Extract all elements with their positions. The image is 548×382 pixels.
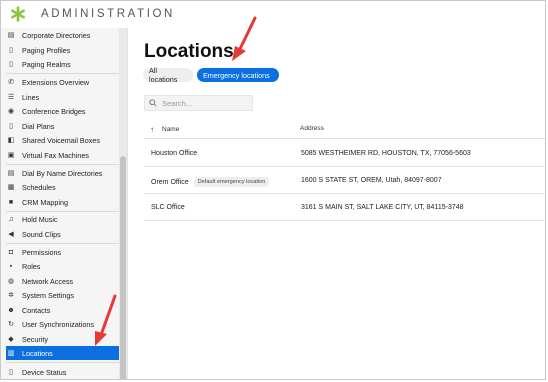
sidebar-divider [6, 164, 119, 165]
address-book-icon: ▤ [7, 32, 15, 39]
sidebar-item-label: Hold Music [22, 214, 58, 224]
sidebar-item-paging-profiles[interactable]: ▯ Paging Profiles [6, 43, 119, 57]
lock-icon: ◘ [8, 248, 14, 256]
column-header-address[interactable]: Address [300, 125, 324, 132]
sidebar-item-label: Roles [22, 261, 41, 271]
location-name: Houston Office [151, 150, 198, 157]
document-icon: ▯ [9, 61, 13, 68]
shield-icon: ◆ [8, 336, 14, 343]
sidebar-item-corporate-directories[interactable]: ▤ Corporate Directories [6, 28, 119, 42]
sidebar-item-virtual-fax-machines[interactable]: ▣ Virtual Fax Machines [6, 148, 119, 162]
sort-ascending-icon: ↑ [150, 125, 154, 134]
sidebar-item-label: Locations [22, 348, 53, 358]
sidebar-item-label: CRM Mapping [22, 197, 68, 207]
sidebar-item-schedules[interactable]: ▦ Schedules [6, 180, 119, 194]
voicemail-icon: ◧ [7, 137, 15, 144]
people-icon: ◉ [7, 108, 15, 115]
sidebar-item-label: Lines [22, 92, 40, 102]
sidebar-item-label: Shared Voicemail Boxes [22, 135, 100, 145]
phone-icon: ✆ [8, 79, 14, 86]
default-emergency-badge: Default emergency location [193, 177, 270, 187]
location-address: 3161 S MAIN ST, SALT LAKE CITY, UT, 8411… [301, 204, 464, 211]
sidebar-item-label: Extensions Overview [22, 77, 90, 87]
lines-icon: ☰ [7, 94, 15, 101]
device-icon: ▯ [9, 369, 13, 376]
sidebar-item-label: Dial Plans [22, 121, 55, 131]
tab-all-locations[interactable]: All locations [143, 66, 193, 84]
document-icon: ▯ [9, 123, 13, 130]
sidebar-item-permissions[interactable]: ◘ Permissions [6, 245, 119, 259]
sidebar-item-label: Paging Realms [22, 59, 71, 69]
top-bar: ADMINISTRATION [1, 1, 545, 29]
sidebar-item-paging-realms[interactable]: ▯ Paging Realms [6, 57, 119, 71]
sidebar-item-label: Conference Bridges [22, 106, 86, 116]
sidebar-item-label: System Settings [22, 290, 74, 300]
sidebar-item-conference-bridges[interactable]: ◉ Conference Bridges [6, 104, 119, 118]
sidebar-item-label: User Synchronizations [22, 319, 94, 329]
sidebar-item-label: Sound Clips [22, 229, 61, 239]
callout-arrow-tab [232, 16, 257, 61]
table-row[interactable]: SLC Office 3161 S MAIN ST, SALT LAKE CIT… [144, 195, 545, 221]
column-header-name[interactable]: ↑ Name [150, 125, 179, 134]
sidebar-item-shared-voicemail-boxes[interactable]: ◧ Shared Voicemail Boxes [6, 133, 119, 147]
column-header-label: Name [162, 126, 180, 133]
tab-emergency-locations[interactable]: Emergency locations [197, 68, 279, 82]
id-card-icon: ▪ [9, 262, 13, 270]
speaker-icon: ◀ [8, 231, 14, 238]
sidebar-item-roles[interactable]: ▪ Roles [6, 259, 119, 273]
calendar-icon: ▦ [7, 184, 15, 191]
music-note-icon: ♫ [8, 215, 14, 223]
table-row[interactable]: Houston Office 5085 WESTHEIMER RD, HOUST… [144, 141, 545, 167]
sidebar-divider [6, 73, 119, 74]
location-name: SLC Office [151, 204, 185, 211]
sidebar-item-label: Schedules [22, 182, 56, 192]
app-window: ADMINISTRATION ▤ Corporate Directories ▯ P… [0, 0, 546, 380]
sidebar-item-extensions-overview[interactable]: ✆ Extensions Overview [6, 75, 119, 89]
search-input[interactable] [162, 98, 247, 108]
sidebar-item-label: Corporate Directories [22, 30, 91, 40]
document-icon: ▯ [9, 47, 13, 54]
sync-icon: ↻ [8, 321, 14, 328]
fax-icon: ▣ [7, 152, 15, 159]
sidebar-item-label: Device Status [22, 367, 67, 377]
gear-icon: ✲ [8, 292, 14, 299]
table-row[interactable]: Orem Office Default emergency location 1… [144, 168, 545, 194]
sidebar-item-hold-music[interactable]: ♫ Hold Music [6, 212, 119, 226]
search-box[interactable] [144, 95, 253, 111]
sidebar-divider [6, 362, 119, 363]
search-icon [149, 99, 157, 107]
sidebar-item-label: Paging Profiles [22, 45, 71, 55]
page-title: Locations [144, 41, 234, 62]
sidebar-item-network-access[interactable]: ◍ Network Access [6, 274, 119, 288]
app-title: ADMINISTRATION [41, 8, 175, 20]
address-book-icon: ▤ [7, 170, 15, 177]
main-content: Locations All locations Emergency locati… [128, 28, 545, 379]
sidebar-item-label: Dial By Name Directories [22, 168, 103, 178]
sidebar-item-dial-by-name-directories[interactable]: ▤ Dial By Name Directories [6, 166, 119, 180]
sidebar-item-label: Network Access [22, 276, 74, 286]
sidebar-item-device-status[interactable]: ▯ Device Status [6, 365, 119, 379]
sidebar-item-lines[interactable]: ☰ Lines [6, 90, 119, 104]
location-address: 1600 S STATE ST, OREM, Utah, 84097-8007 [301, 177, 442, 184]
crm-icon: ■ [8, 198, 14, 206]
sidebar-item-sound-clips[interactable]: ◀ Sound Clips [6, 227, 119, 241]
sidebar-item-dial-plans[interactable]: ▯ Dial Plans [6, 119, 119, 133]
callout-arrow-locations [95, 294, 117, 346]
building-icon: ▥ [7, 350, 15, 357]
location-name-cell: Orem Office Default emergency location [151, 177, 270, 187]
sidebar-item-label: Contacts [22, 305, 51, 315]
sidebar-item-label: Permissions [22, 247, 62, 257]
sidebar-item-label: Virtual Fax Machines [22, 150, 89, 160]
sidebar-divider [6, 243, 119, 244]
contact-icon: ☻ [7, 306, 15, 314]
table-header: ↑ Name Address [144, 120, 545, 139]
location-name: Orem Office [151, 178, 189, 186]
sidebar-item-crm-mapping[interactable]: ■ CRM Mapping [6, 195, 119, 209]
globe-icon: ◍ [7, 278, 15, 285]
location-address: 5085 WESTHEIMER RD, HOUSTON, TX, 77056-5… [301, 150, 471, 157]
sidebar-item-label: Security [22, 334, 48, 344]
asterisk-logo-icon [11, 6, 25, 22]
